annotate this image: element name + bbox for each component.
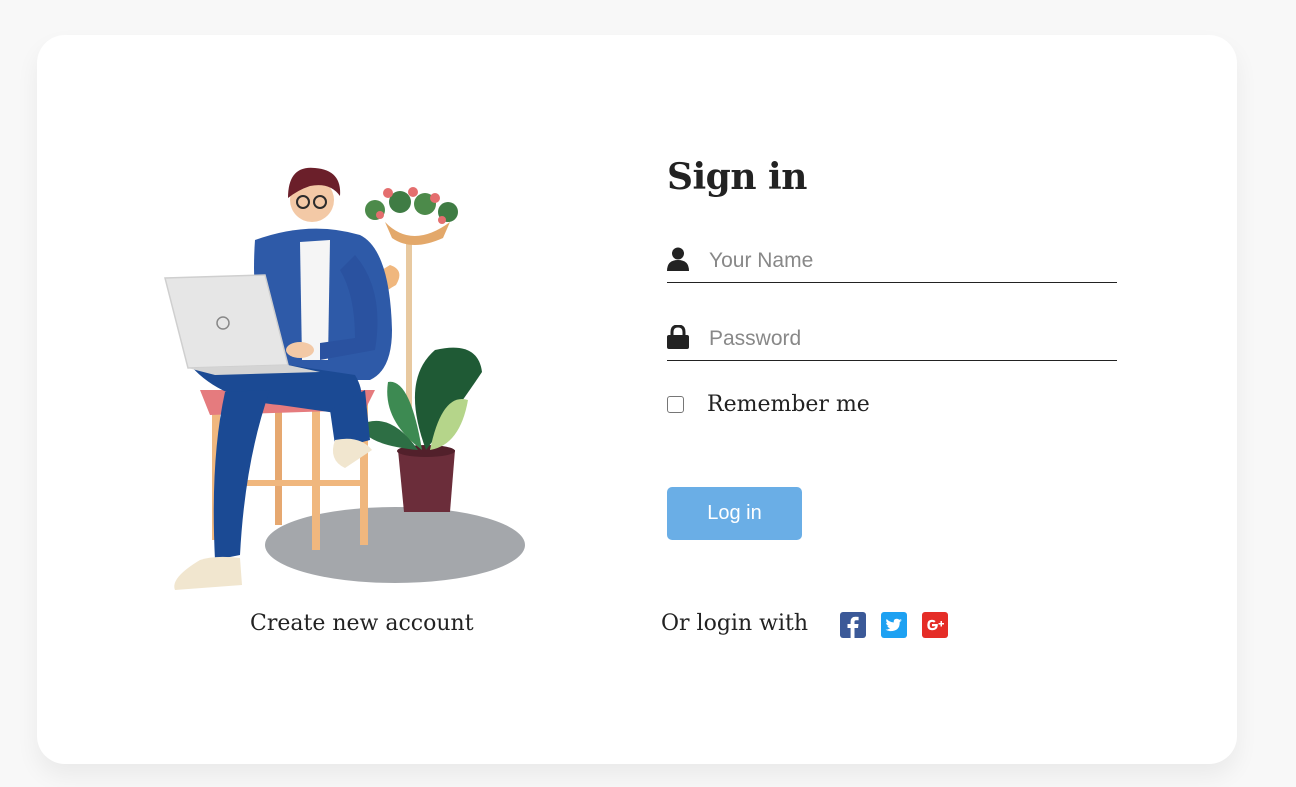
user-icon: [667, 247, 689, 271]
remember-me-label[interactable]: Remember me: [707, 392, 870, 417]
create-account-link[interactable]: Create new account: [250, 611, 474, 636]
google-plus-login-button[interactable]: [922, 612, 948, 638]
password-input[interactable]: [709, 320, 1109, 358]
remember-me-checkbox[interactable]: [667, 396, 684, 413]
name-input[interactable]: [709, 242, 1109, 280]
password-field: [667, 320, 1117, 361]
twitter-login-button[interactable]: [881, 612, 907, 638]
name-field: [667, 242, 1117, 283]
facebook-icon: [840, 612, 866, 638]
lock-icon: [667, 325, 689, 349]
page-title: Sign in: [667, 156, 807, 198]
twitter-icon: [881, 612, 907, 638]
facebook-login-button[interactable]: [840, 612, 866, 638]
or-login-with-label: Or login with: [661, 611, 808, 636]
illustration-image: [164, 167, 525, 590]
google-plus-icon: [922, 612, 948, 638]
login-button[interactable]: Log in: [667, 487, 802, 540]
